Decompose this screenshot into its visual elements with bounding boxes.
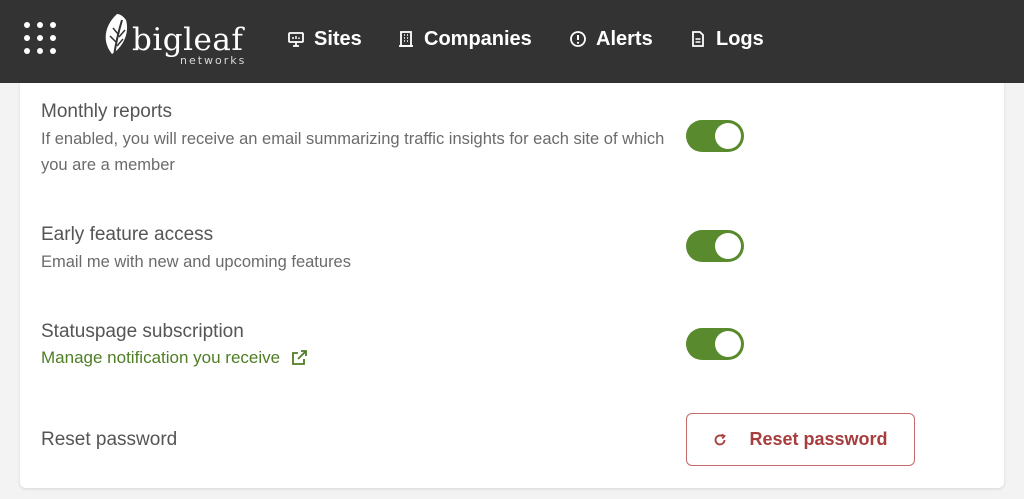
app-launcher-grid-icon[interactable] bbox=[24, 22, 58, 56]
external-link-icon bbox=[292, 350, 307, 365]
manage-notifications-label: Manage notification you receive bbox=[41, 348, 281, 367]
nav-sites-label: Sites bbox=[314, 27, 362, 50]
reset-password-button-label: Reset password bbox=[749, 429, 888, 449]
settings-card: Monthly reports If enabled, you will rec… bbox=[20, 83, 1004, 488]
toggle-knob bbox=[715, 331, 741, 357]
nav-companies[interactable]: Companies bbox=[397, 26, 532, 52]
toggle-knob bbox=[715, 123, 741, 149]
logo-subtitle: networks bbox=[180, 54, 247, 67]
nav-alerts-label: Alerts bbox=[596, 27, 653, 50]
statuspage-toggle[interactable] bbox=[686, 328, 744, 360]
monthly-reports-description: If enabled, you will receive an email su… bbox=[41, 130, 665, 174]
nav-companies-label: Companies bbox=[424, 27, 532, 50]
reset-password-button[interactable]: Reset password bbox=[686, 413, 915, 466]
early-access-description: Email me with new and upcoming features bbox=[41, 253, 351, 271]
alert-circle-icon bbox=[570, 31, 586, 47]
early-access-title: Early feature access bbox=[41, 224, 214, 245]
nav-alerts[interactable]: Alerts bbox=[569, 26, 653, 52]
monthly-reports-toggle[interactable] bbox=[686, 120, 744, 152]
monthly-reports-title: Monthly reports bbox=[41, 101, 172, 122]
monitor-icon bbox=[288, 32, 304, 47]
logo-wordmark: bigleaf bbox=[132, 22, 244, 58]
leaf-logo-icon bbox=[105, 14, 128, 57]
building-icon bbox=[399, 31, 413, 47]
document-icon bbox=[692, 31, 704, 47]
reset-password-title: Reset password bbox=[41, 429, 178, 450]
top-navigation-bar: bigleaf networks Sites Companies Alerts … bbox=[0, 0, 1024, 83]
refresh-icon bbox=[715, 433, 727, 445]
statuspage-title: Statuspage subscription bbox=[41, 321, 244, 342]
early-access-toggle[interactable] bbox=[686, 230, 744, 262]
nav-logs[interactable]: Logs bbox=[689, 26, 764, 52]
nav-logs-label: Logs bbox=[716, 27, 764, 50]
toggle-knob bbox=[715, 233, 741, 259]
bigleaf-logo[interactable]: bigleaf networks bbox=[100, 12, 260, 68]
nav-sites[interactable]: Sites bbox=[287, 26, 362, 52]
manage-notifications-link[interactable]: Manage notification you receive bbox=[41, 348, 309, 368]
